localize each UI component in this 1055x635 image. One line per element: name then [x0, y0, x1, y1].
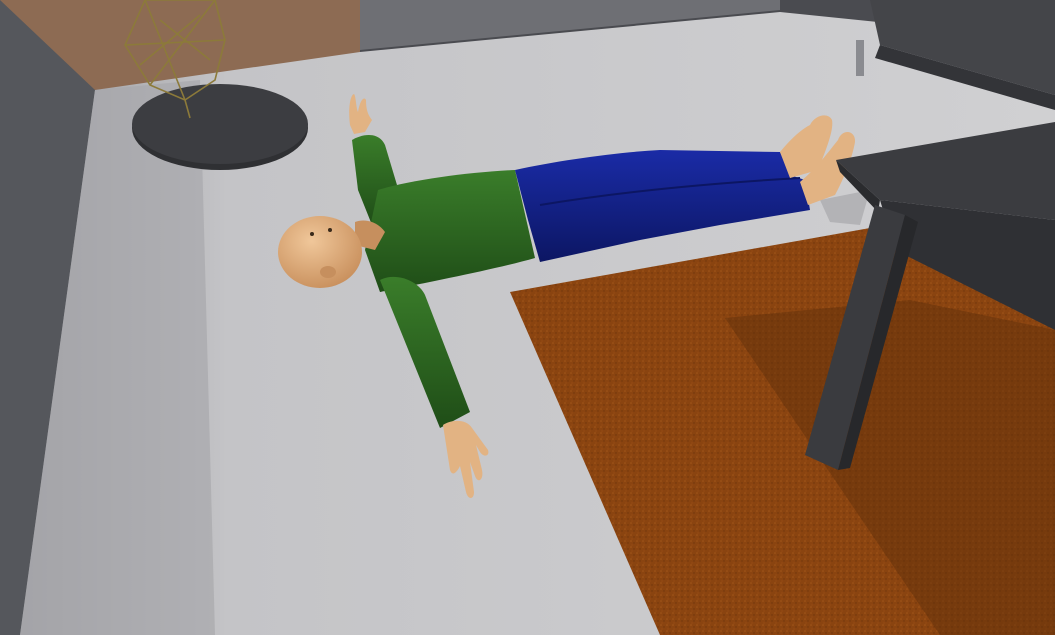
scene-canvas	[0, 0, 1055, 635]
round-side-table	[132, 84, 308, 170]
head	[278, 216, 362, 288]
eye	[328, 228, 332, 232]
ear	[320, 266, 336, 278]
eye	[310, 232, 314, 236]
render-scene	[0, 0, 1055, 635]
